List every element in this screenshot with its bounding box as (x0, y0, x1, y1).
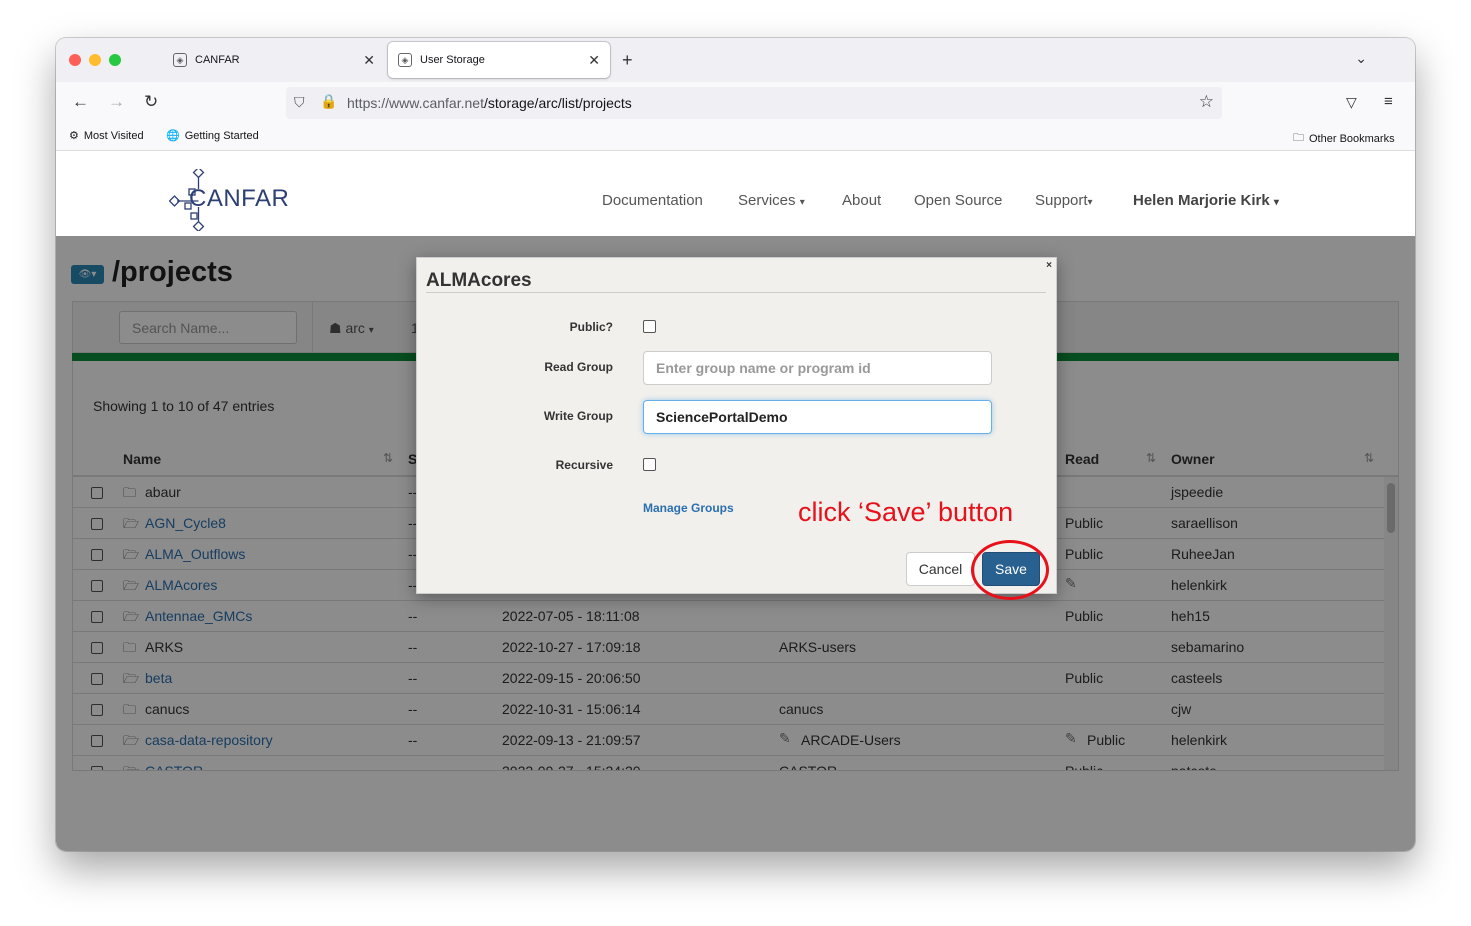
tab-label: CANFAR (195, 54, 240, 66)
user-name: Helen Marjorie Kirk (1133, 192, 1270, 209)
recursive-checkbox[interactable] (643, 458, 656, 471)
site-header: CANFAR Documentation Services ▾ About Op… (56, 151, 1415, 236)
hamburger-menu-icon[interactable]: ≡ (1384, 93, 1393, 110)
other-bookmarks[interactable]: 🗀 Other Bookmarks (1293, 129, 1395, 148)
forward-arrow-icon[interactable]: → (108, 92, 125, 112)
bookmark-most-visited[interactable]: ⚙ Most Visited (69, 129, 144, 143)
globe-icon: 🌐 (166, 130, 180, 142)
bookmark-label: Other Bookmarks (1309, 132, 1395, 145)
close-dialog-icon[interactable]: × (1046, 260, 1052, 271)
tab-bar: ◈ CANFAR ✕ ◈ User Storage ✕ + ⌄ (56, 38, 1415, 82)
close-icon[interactable]: ✕ (588, 52, 600, 69)
address-bar[interactable]: ⛉ 🔒 https://www.canfar.net/storage/arc/l… (286, 87, 1222, 119)
bookmark-label: Getting Started (184, 129, 259, 142)
nav-documentation[interactable]: Documentation (602, 192, 703, 209)
canfar-favicon-icon: ◈ (173, 53, 187, 67)
write-group-input[interactable]: SciencePortalDemo (643, 400, 992, 434)
cancel-button[interactable]: Cancel (906, 552, 975, 586)
nav-support[interactable]: Support▾ (1035, 192, 1093, 209)
canfar-favicon-icon: ◈ (398, 53, 412, 67)
nav-services[interactable]: Services ▾ (738, 192, 805, 209)
public-label: Public? (569, 320, 613, 334)
permissions-dialog: × ALMAcores Public? Read Group Enter gro… (416, 257, 1057, 600)
nav-open-source[interactable]: Open Source (914, 192, 1002, 209)
url-path: /storage/arc/list/projects (483, 95, 632, 111)
minimize-window-button[interactable] (89, 54, 101, 66)
canfar-logo[interactable]: CANFAR (168, 166, 290, 233)
caret-down-icon: ▾ (1273, 197, 1279, 208)
chevron-down-icon[interactable]: ⌄ (1355, 50, 1367, 67)
browser-window: ◈ CANFAR ✕ ◈ User Storage ✕ + ⌄ ← → ↻ ⛉ … (56, 38, 1415, 851)
reload-icon[interactable]: ↻ (144, 92, 158, 112)
url-host: https://www.canfar.net (347, 95, 484, 111)
close-window-button[interactable] (69, 54, 81, 66)
pocket-icon[interactable]: ▽ (1346, 94, 1357, 111)
nav-about[interactable]: About (842, 192, 881, 209)
maximize-window-button[interactable] (109, 54, 121, 66)
new-tab-icon[interactable]: + (622, 50, 633, 71)
gear-icon: ⚙ (69, 130, 79, 142)
close-icon[interactable]: ✕ (363, 52, 375, 69)
nav-services-label: Services (738, 192, 796, 209)
write-group-label: Write Group (543, 409, 613, 423)
dialog-title: ALMAcores (426, 270, 532, 291)
manage-groups-link[interactable]: Manage Groups (643, 501, 734, 515)
bookmark-star-icon[interactable]: ☆ (1199, 92, 1214, 112)
tab-label: User Storage (420, 54, 485, 66)
read-group-input[interactable]: Enter group name or program id (643, 351, 992, 385)
lock-icon[interactable]: 🔒 (320, 93, 337, 110)
bookmark-label: Most Visited (83, 129, 144, 142)
public-checkbox[interactable] (643, 320, 656, 333)
folder-icon: 🗀 (1293, 132, 1304, 144)
tab-canfar[interactable]: ◈ CANFAR ✕ (163, 42, 385, 78)
back-arrow-icon[interactable]: ← (72, 92, 89, 112)
recursive-label: Recursive (555, 458, 613, 472)
tab-user-storage[interactable]: ◈ User Storage ✕ (388, 42, 610, 78)
read-group-label: Read Group (544, 360, 613, 374)
web-page: CANFAR Documentation Services ▾ About Op… (56, 151, 1415, 851)
nav-support-label: Support (1035, 192, 1088, 209)
caret-down-icon: ▾ (799, 197, 805, 208)
logo-text: CANFAR (189, 185, 290, 212)
highlight-circle (971, 540, 1049, 600)
instruction-annotation: click ‘Save’ button (798, 497, 1014, 527)
url-text[interactable]: https://www.canfar.net/storage/arc/list/… (347, 95, 632, 111)
navigation-bar: ← → ↻ ⛉ 🔒 https://www.canfar.net/storage… (56, 82, 1415, 124)
dialog-divider (426, 292, 1046, 293)
bookmark-getting-started[interactable]: 🌐 Getting Started (166, 129, 259, 143)
nav-user-menu[interactable]: Helen Marjorie Kirk ▾ (1133, 192, 1279, 209)
bookmarks-toolbar: ⚙ Most Visited 🌐 Getting Started 🗀 Other… (56, 124, 1415, 151)
shield-icon[interactable]: ⛉ (294, 94, 305, 111)
caret-down-icon: ▾ (1087, 197, 1093, 208)
